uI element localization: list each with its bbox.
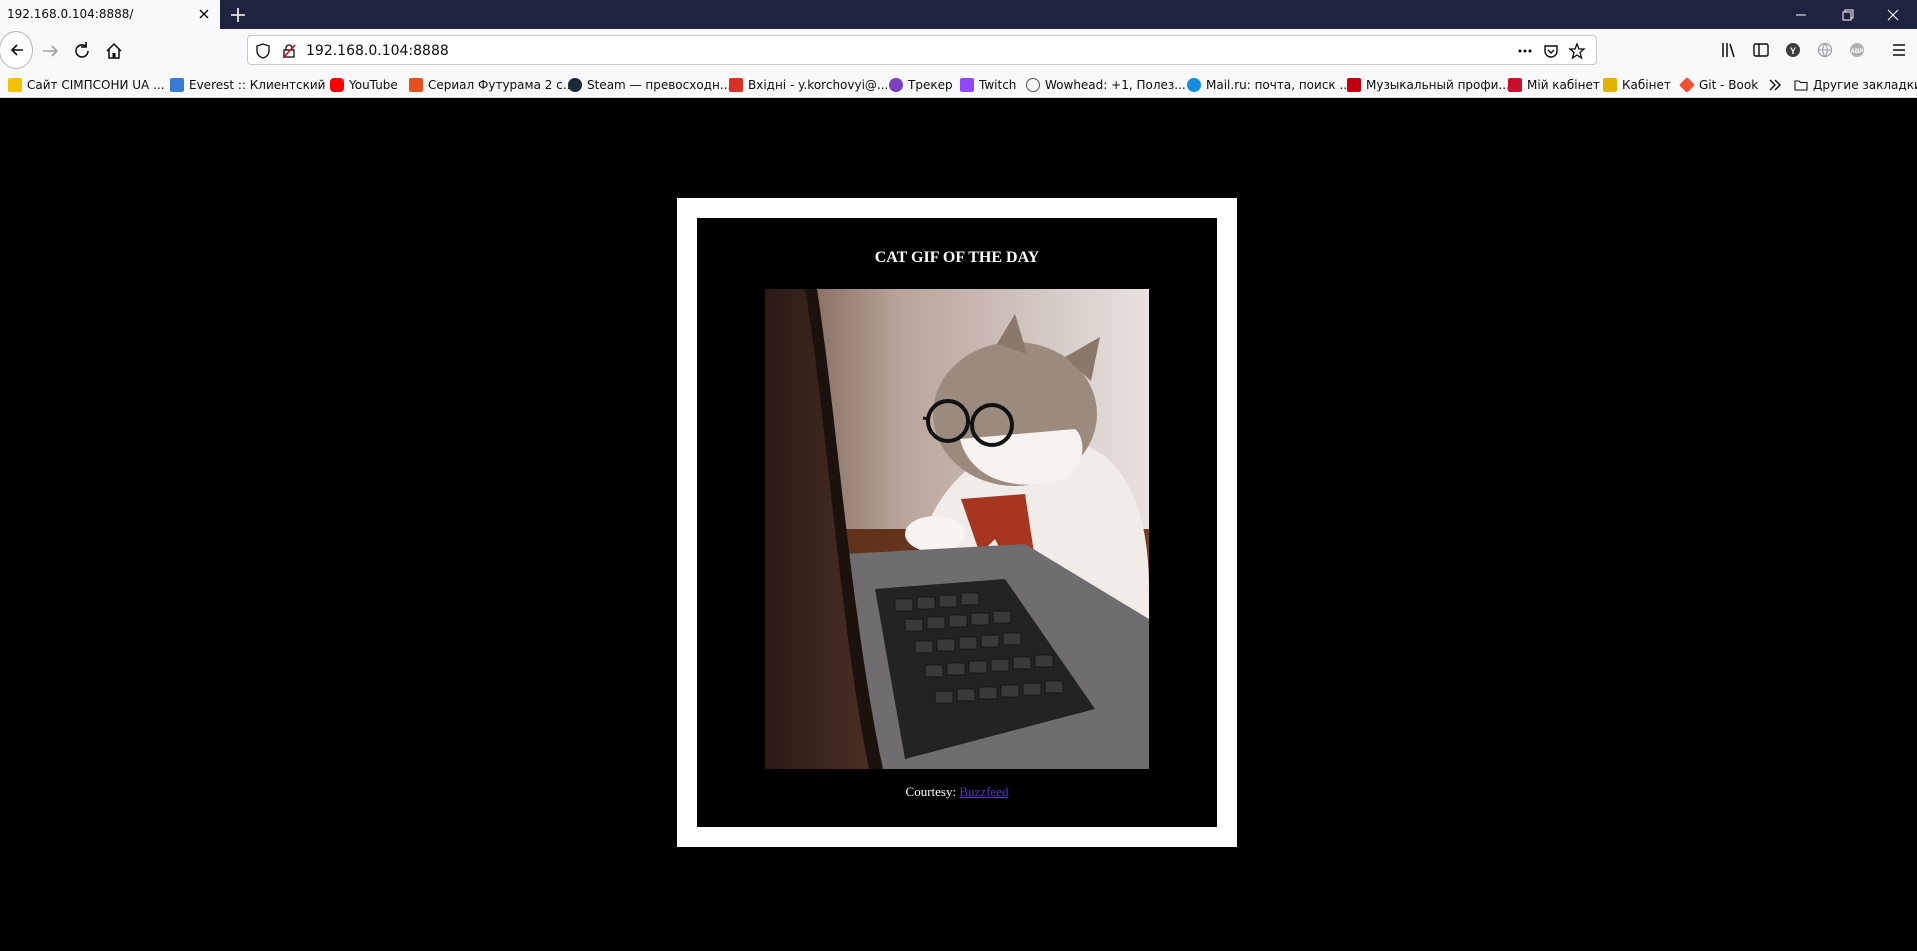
cat-gif-image	[765, 289, 1149, 769]
back-arrow-icon	[10, 44, 23, 56]
bookmarks-toolbar: Сайт СІМПСОНИ UA ... Everest :: Клиентск…	[0, 71, 1917, 98]
globe-favicon	[1026, 78, 1040, 92]
yandex-extension-icon[interactable]: Y	[1782, 39, 1804, 61]
sidebar-icon[interactable]	[1750, 39, 1772, 61]
svg-text:Y: Y	[1790, 46, 1796, 56]
navigation-toolbar: 192.168.0.104:8888 Y ABP	[0, 29, 1917, 71]
bookmark-item[interactable]: Git - Book	[1679, 76, 1759, 94]
bookmark-label: Сериал Футурама 2 с...	[428, 78, 575, 92]
forward-button[interactable]	[37, 37, 65, 65]
bookmark-label: Wowhead: +1, Полез...	[1045, 78, 1186, 92]
bookmark-label: Steam — превосходн...	[587, 78, 732, 92]
shield-icon[interactable]	[254, 42, 272, 60]
back-button[interactable]	[0, 31, 33, 69]
bookmark-item[interactable]: Сериал Футурама 2 с...	[409, 76, 574, 94]
translate-globe-icon[interactable]	[1814, 39, 1836, 61]
cabinet-favicon	[1508, 78, 1522, 92]
bookmark-item[interactable]: Wowhead: +1, Полез...	[1026, 76, 1186, 94]
bookmark-item[interactable]: Mail.ru: почта, поиск ...	[1187, 76, 1351, 94]
insecure-lock-icon[interactable]	[280, 42, 298, 60]
gif-card-border: CAT GIF OF THE DAY Courtesy: Buzzfeed	[677, 198, 1237, 847]
page-heading: CAT GIF OF THE DAY	[874, 249, 1040, 266]
bookmark-label: Сайт СІМПСОНИ UA ...	[27, 78, 165, 92]
bookmark-label: Музыкальный профи...	[1366, 78, 1510, 92]
gif-card: CAT GIF OF THE DAY Courtesy: Buzzfeed	[697, 218, 1217, 827]
bookmark-label: Mail.ru: почта, поиск ...	[1206, 78, 1351, 92]
other-bookmarks-label: Другие закладки	[1813, 78, 1917, 92]
folder-icon	[1794, 80, 1808, 91]
bookmark-label: Трекер	[908, 78, 953, 92]
git-favicon	[1679, 77, 1695, 93]
library-icon[interactable]	[1718, 39, 1740, 61]
bookmark-label: YouTube	[349, 78, 398, 92]
restore-window-icon[interactable]	[1837, 4, 1859, 26]
bookmark-item[interactable]: Steam — превосходн...	[568, 76, 731, 94]
bookmark-item[interactable]: Мій кабінет	[1508, 76, 1600, 94]
bookmark-item[interactable]: Twitch	[960, 76, 1016, 94]
bookmark-label: Мій кабінет	[1527, 78, 1600, 92]
courtesy-label: Courtesy:	[905, 784, 957, 799]
bookmark-item[interactable]: Кабінет	[1603, 76, 1671, 94]
page-actions-menu-icon[interactable]	[1516, 42, 1534, 60]
bookmark-item[interactable]: Сайт СІМПСОНИ UA ...	[8, 76, 165, 94]
bookmark-label: Кабінет	[1622, 78, 1671, 92]
close-window-icon[interactable]	[1882, 4, 1904, 26]
other-bookmarks-folder[interactable]: Другие закладки	[1794, 76, 1917, 94]
abp-extension-icon[interactable]: ABP	[1846, 39, 1868, 61]
pocket-icon[interactable]	[1542, 42, 1560, 60]
svg-text:ABP: ABP	[1851, 49, 1864, 55]
bookmark-label: Вхідні - y.korchovyi@...	[748, 78, 889, 92]
hamburger-menu-icon[interactable]	[1888, 39, 1910, 61]
youtube-favicon	[330, 78, 344, 92]
bookmark-item[interactable]: Трекер	[889, 76, 953, 94]
bookmark-label: Twitch	[979, 78, 1017, 92]
home-button[interactable]	[100, 37, 128, 65]
everest-favicon	[170, 78, 184, 92]
page-content: CAT GIF OF THE DAY Courtesy: Buzzfeed	[0, 98, 1917, 951]
bookmark-item[interactable]: Everest :: Клиентский ...	[170, 76, 341, 94]
bookmark-label: Git - Book	[1699, 78, 1759, 92]
tab-strip: 192.168.0.104:8888/	[0, 0, 1917, 29]
address-bar[interactable]: 192.168.0.104:8888	[247, 35, 1597, 65]
mailru-favicon	[1187, 78, 1201, 92]
bookmark-item[interactable]: Вхідні - y.korchovyi@...	[729, 76, 888, 94]
lastfm-favicon	[1347, 78, 1361, 92]
close-tab-icon[interactable]	[196, 6, 212, 22]
twitch-favicon	[960, 78, 974, 92]
bookmark-label: Everest :: Клиентский ...	[189, 78, 341, 92]
steam-favicon	[568, 78, 582, 92]
bookmarks-overflow-chevron-icon[interactable]	[1767, 78, 1783, 92]
minimize-window-icon[interactable]	[1790, 4, 1812, 26]
reload-button[interactable]	[68, 37, 96, 65]
bookmark-item[interactable]: Музыкальный профи...	[1347, 76, 1510, 94]
bookmark-item[interactable]: YouTube	[330, 76, 398, 94]
tab-active[interactable]: 192.168.0.104:8888/	[0, 0, 220, 29]
simpsons-favicon	[8, 78, 22, 92]
url-text[interactable]: 192.168.0.104:8888	[306, 43, 449, 59]
buzzfeed-link[interactable]: Buzzfeed	[959, 784, 1008, 799]
courtesy-line: Courtesy: Buzzfeed	[697, 784, 1217, 800]
cabinet2-favicon	[1603, 78, 1617, 92]
tracker-favicon	[889, 78, 903, 92]
bookmark-star-icon[interactable]	[1568, 42, 1586, 60]
gmail-favicon	[729, 78, 743, 92]
futurama-favicon	[409, 78, 423, 92]
new-tab-plus-icon[interactable]	[227, 4, 249, 26]
tab-title: 192.168.0.104:8888/	[7, 7, 134, 21]
